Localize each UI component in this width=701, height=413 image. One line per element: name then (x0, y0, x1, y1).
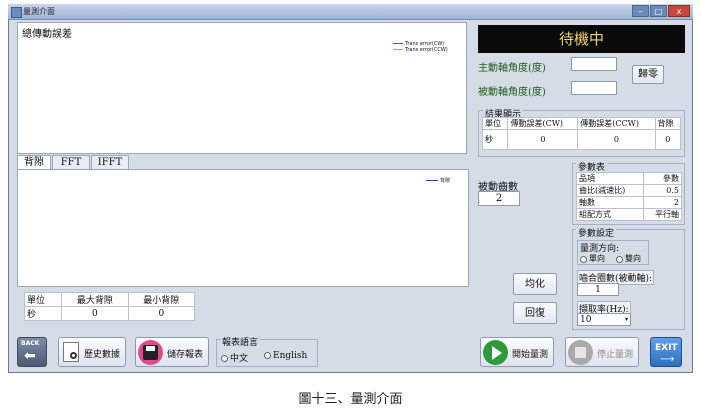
stats-cell: 秒 (23, 306, 63, 321)
tab-fft[interactable]: FFT (52, 155, 90, 169)
results-cell: 0 (577, 129, 656, 150)
params-cell: 2 (643, 196, 682, 209)
direction-group: 量測方向: 單向 雙向 (577, 240, 649, 265)
params-cell: 0.5 (643, 184, 682, 197)
title-bar: 量測介面 – □ x (8, 4, 693, 20)
radio-icon (264, 352, 271, 359)
minimize-button[interactable]: – (632, 5, 649, 17)
master-angle-label: 主動軸角度(度) (478, 63, 546, 74)
radio-icon (580, 255, 587, 263)
reset-button[interactable]: 歸零 (632, 65, 664, 84)
maximize-button[interactable]: □ (650, 5, 667, 17)
results-group: 結果顯示 單位 傳動誤差(CW) 傳動誤差(CCW) 背隙 秒 0 0 0 (478, 107, 685, 157)
back-button[interactable]: BACK ⬅ (17, 337, 47, 367)
stop-icon (568, 340, 593, 365)
restore-button[interactable]: 回復 (513, 302, 557, 324)
params-header: 參數 (643, 172, 682, 185)
figure-caption: 圖十三、量測介面 (298, 392, 403, 407)
stats-header: 最大背隙 (61, 292, 129, 307)
arrow-right-icon: ⟶ (660, 354, 675, 365)
settings-group: 參數設定 量測方向: 單向 雙向 嚙合圈數(被動軸): 1 擷取率(Hz): 1… (572, 226, 685, 330)
tab-ifft[interactable]: IFFT (91, 155, 129, 169)
params-group: 參數表 品項 參數 齒比(減速比) 0.5 軸數 2 組配方式 平行軸 (572, 160, 685, 225)
driven-angle-field[interactable] (571, 81, 617, 95)
language-option-english[interactable]: English (264, 351, 307, 361)
mesh-field[interactable]: 1 (577, 283, 619, 296)
results-cell: 0 (654, 129, 682, 150)
stop-measure-button[interactable]: 停止量測 (565, 337, 639, 367)
params-cell: 齒比(減速比) (575, 184, 645, 197)
master-angle-field[interactable] (571, 57, 617, 71)
stats-header: 單位 (23, 292, 63, 307)
results-table: 單位 傳動誤差(CW) 傳動誤差(CCW) 背隙 秒 0 0 0 (481, 117, 682, 150)
driven-angle-label: 被動軸角度(度) (478, 87, 546, 98)
backlash-stats-table: 單位 最大背隙 最小背隙 秒 0 0 (23, 292, 196, 321)
status-display: 待機中 (478, 25, 685, 53)
language-option-chinese[interactable]: 中文 (221, 351, 248, 364)
play-icon (483, 340, 508, 365)
save-disk-icon (138, 340, 163, 365)
params-cell: 軸數 (575, 196, 645, 209)
report-language-group: 報表語言 中文 English (216, 335, 318, 367)
backlash-legend: 背隙 (426, 177, 450, 184)
results-cell: 0 (507, 129, 579, 150)
app-icon (11, 7, 22, 18)
document-search-icon (63, 342, 79, 362)
window-title: 量測介面 (23, 7, 55, 16)
tab-backlash[interactable]: 背隙 (17, 155, 51, 169)
radio-icon (221, 355, 228, 362)
stats-cell: 0 (127, 306, 196, 321)
legend-ccw: Trans error(CCW) (393, 47, 448, 53)
save-report-button[interactable]: 儲存報表 (135, 337, 209, 367)
chevron-down-icon: ▾ (624, 316, 628, 323)
direction-option-single[interactable]: 單向 (580, 253, 605, 264)
radio-icon (616, 255, 623, 263)
params-table: 品項 參數 齒比(減速比) 0.5 軸數 2 組配方式 平行軸 (575, 172, 682, 221)
results-header: 傳動誤差(CW) (507, 117, 579, 130)
params-header: 品項 (575, 172, 645, 185)
results-header: 傳動誤差(CCW) (577, 117, 656, 130)
params-cell: 組配方式 (575, 208, 645, 221)
close-button[interactable]: x (668, 5, 690, 17)
params-cell: 平行軸 (643, 208, 682, 221)
stats-header: 最小背隙 (127, 292, 196, 307)
results-cell: 秒 (481, 129, 509, 150)
arrow-left-icon: ⬅ (24, 348, 36, 364)
transmission-error-chart: 總傳動誤差 Trans error(CW) Trans error(CCW) (17, 22, 467, 154)
history-button[interactable]: 歷史數據 (58, 337, 126, 367)
results-header: 單位 (481, 117, 509, 130)
chart-title: 總傳動誤差 (22, 29, 72, 40)
average-button[interactable]: 均化 (513, 273, 557, 295)
settings-title: 參數設定 (576, 226, 617, 239)
driven-teeth-field[interactable]: 2 (478, 191, 520, 206)
chart-legend: Trans error(CW) Trans error(CCW) (393, 41, 448, 53)
results-header: 背隙 (654, 117, 682, 130)
backlash-chart: 背隙 (17, 169, 469, 287)
language-title: 報表語言 (220, 335, 261, 348)
stats-cell: 0 (61, 306, 129, 321)
direction-option-double[interactable]: 雙向 (616, 253, 641, 264)
start-measure-button[interactable]: 開始量測 (480, 337, 554, 367)
exit-button[interactable]: EXIT ⟶ (650, 337, 682, 367)
sample-rate-select[interactable]: 10 ▾ (577, 313, 631, 326)
